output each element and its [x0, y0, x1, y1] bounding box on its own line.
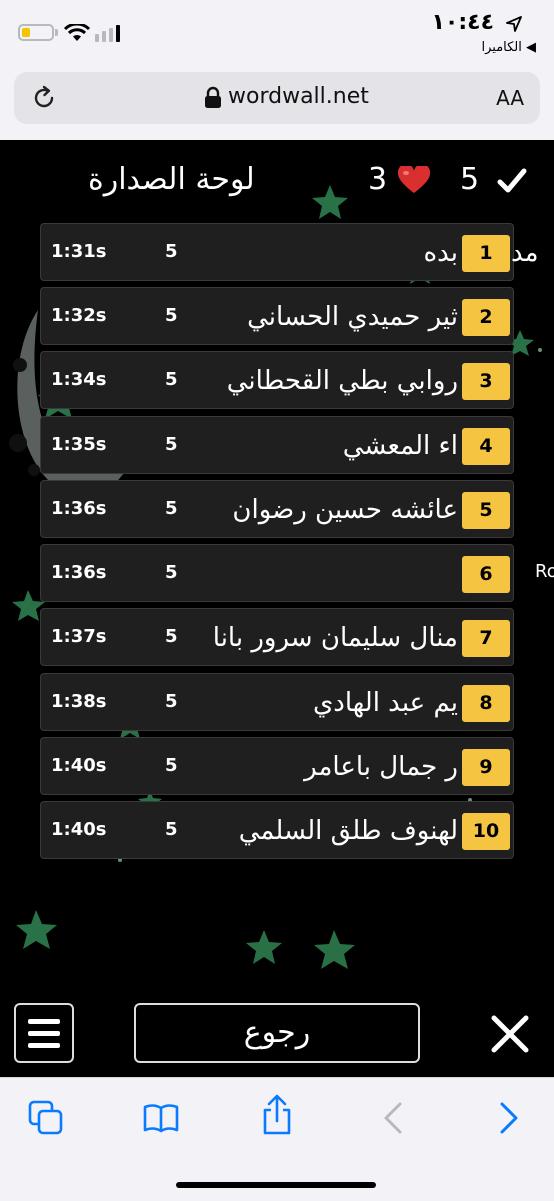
- player-score: 5: [165, 305, 178, 326]
- leaderboard-row: 4 اء المعشي 5 1:35s: [40, 416, 514, 474]
- player-name: ثير حميدي الحساني: [247, 302, 458, 332]
- player-name: [141, 553, 458, 595]
- game-controls: رجوع: [0, 1000, 554, 1070]
- battery-nub: [55, 29, 58, 36]
- bookmarks-icon[interactable]: [143, 1100, 179, 1136]
- leaderboard-header: لوحة الصدارة 3 5: [0, 140, 554, 220]
- game-area: لوحة الصدارة 3 5 1 بده 5 1:31s مد 2 ثير حميدي …: [0, 140, 554, 1077]
- player-time: 1:40s: [51, 755, 107, 776]
- rank-badge: 6: [462, 556, 510, 593]
- leaderboard-row: 9ر جمال باعامر 5 1:40s: [40, 737, 514, 795]
- rank-badge: 2: [462, 299, 510, 336]
- back-icon[interactable]: [380, 1100, 408, 1136]
- rank-badge: 1: [462, 235, 510, 272]
- player-score: 5: [165, 498, 178, 519]
- battery-level: [22, 28, 30, 37]
- leaderboard-row: 1 بده 5 1:31s مد: [40, 223, 539, 281]
- location-arrow-icon: [506, 16, 522, 32]
- home-indicator: [176, 1182, 376, 1188]
- wifi-icon: [64, 24, 90, 41]
- player-name-overflow: Ro: [535, 561, 554, 582]
- player-name: بده: [423, 238, 458, 268]
- rank-badge: 9: [462, 749, 510, 786]
- lives-count: 3: [368, 162, 388, 197]
- player-name: ر جمال باعامر: [304, 752, 458, 782]
- leaderboard-row: 5 عائشه حسين رضوان 5 1:36s: [40, 480, 514, 538]
- close-icon[interactable]: [484, 1008, 536, 1060]
- player-time: 1:32s: [51, 305, 107, 326]
- check-icon: [497, 168, 527, 193]
- tabs-icon[interactable]: [28, 1100, 64, 1136]
- leaderboard-row: 8 يم عبد الهادي 5 1:38s: [40, 673, 514, 731]
- url-text[interactable]: wordwall.net: [228, 84, 369, 109]
- player-score: 5: [165, 819, 178, 840]
- signal-icon: [95, 25, 120, 42]
- player-name: عائشه حسين رضوان: [232, 495, 458, 525]
- heart-icon: [398, 166, 430, 193]
- player-time: 1:36s: [51, 562, 107, 583]
- rank-badge: 4: [462, 428, 510, 465]
- player-name: اء المعشي: [342, 431, 458, 461]
- player-time: 1:35s: [51, 434, 107, 455]
- rank-badge: 7: [462, 620, 510, 657]
- browser-toolbar: [0, 1077, 554, 1201]
- player-time: 1:31s: [51, 241, 107, 262]
- status-bar: ١٠:٤٤ ◀ الكاميرا: [0, 0, 554, 62]
- player-score: 5: [165, 691, 178, 712]
- browser-address-area: wordwall.net AA: [0, 62, 554, 140]
- player-score: 5: [165, 562, 178, 583]
- player-name: يم عبد الهادي: [312, 688, 458, 718]
- text-size-button[interactable]: AA: [496, 86, 524, 110]
- back-button[interactable]: رجوع: [134, 1003, 420, 1063]
- player-time: 1:34s: [51, 369, 107, 390]
- player-time: 1:38s: [51, 691, 107, 712]
- reload-icon[interactable]: [31, 85, 57, 111]
- status-time: ١٠:٤٤: [431, 10, 494, 35]
- menu-icon: [28, 1019, 60, 1048]
- rank-badge: 3: [462, 363, 510, 400]
- rank-badge: 8: [462, 685, 510, 722]
- forward-icon[interactable]: [494, 1100, 522, 1136]
- player-name-overflow: مد: [511, 238, 539, 268]
- player-time: 1:40s: [51, 819, 107, 840]
- leaderboard-row: 2 ثير حميدي الحساني 5 1:32s: [40, 287, 514, 345]
- battery-icon: [18, 24, 54, 41]
- player-time: 1:36s: [51, 498, 107, 519]
- leaderboard-row: 10 لهنوف طلق السلمي 5 1:40s: [40, 801, 514, 859]
- rank-badge: 10: [462, 813, 510, 850]
- player-score: 5: [165, 755, 178, 776]
- back-to-app-link[interactable]: ◀ الكاميرا: [481, 40, 536, 55]
- player-time: 1:37s: [51, 626, 107, 647]
- player-name: منال سليمان سرور بانا: [212, 623, 458, 653]
- player-score: 5: [165, 434, 178, 455]
- menu-button[interactable]: [14, 1003, 74, 1063]
- leaderboard-row: 7 منال سليمان سرور بانا 5 1:37s: [40, 608, 514, 666]
- leaderboard-row: 3 روابي بطي القحطاني 5 1:34s: [40, 351, 514, 409]
- lock-icon: [205, 86, 221, 108]
- player-score: 5: [165, 241, 178, 262]
- leaderboard-title: لوحة الصدارة: [88, 162, 255, 197]
- address-bar[interactable]: wordwall.net AA: [14, 72, 540, 124]
- share-icon[interactable]: [259, 1094, 295, 1136]
- player-name: روابي بطي القحطاني: [226, 366, 458, 396]
- player-score: 5: [165, 369, 178, 390]
- leaderboard-row: 6 5 1:36s Ro: [40, 544, 554, 602]
- player-score: 5: [165, 626, 178, 647]
- player-name: لهنوف طلق السلمي: [238, 816, 458, 846]
- score-count: 5: [460, 162, 480, 197]
- rank-badge: 5: [462, 492, 510, 529]
